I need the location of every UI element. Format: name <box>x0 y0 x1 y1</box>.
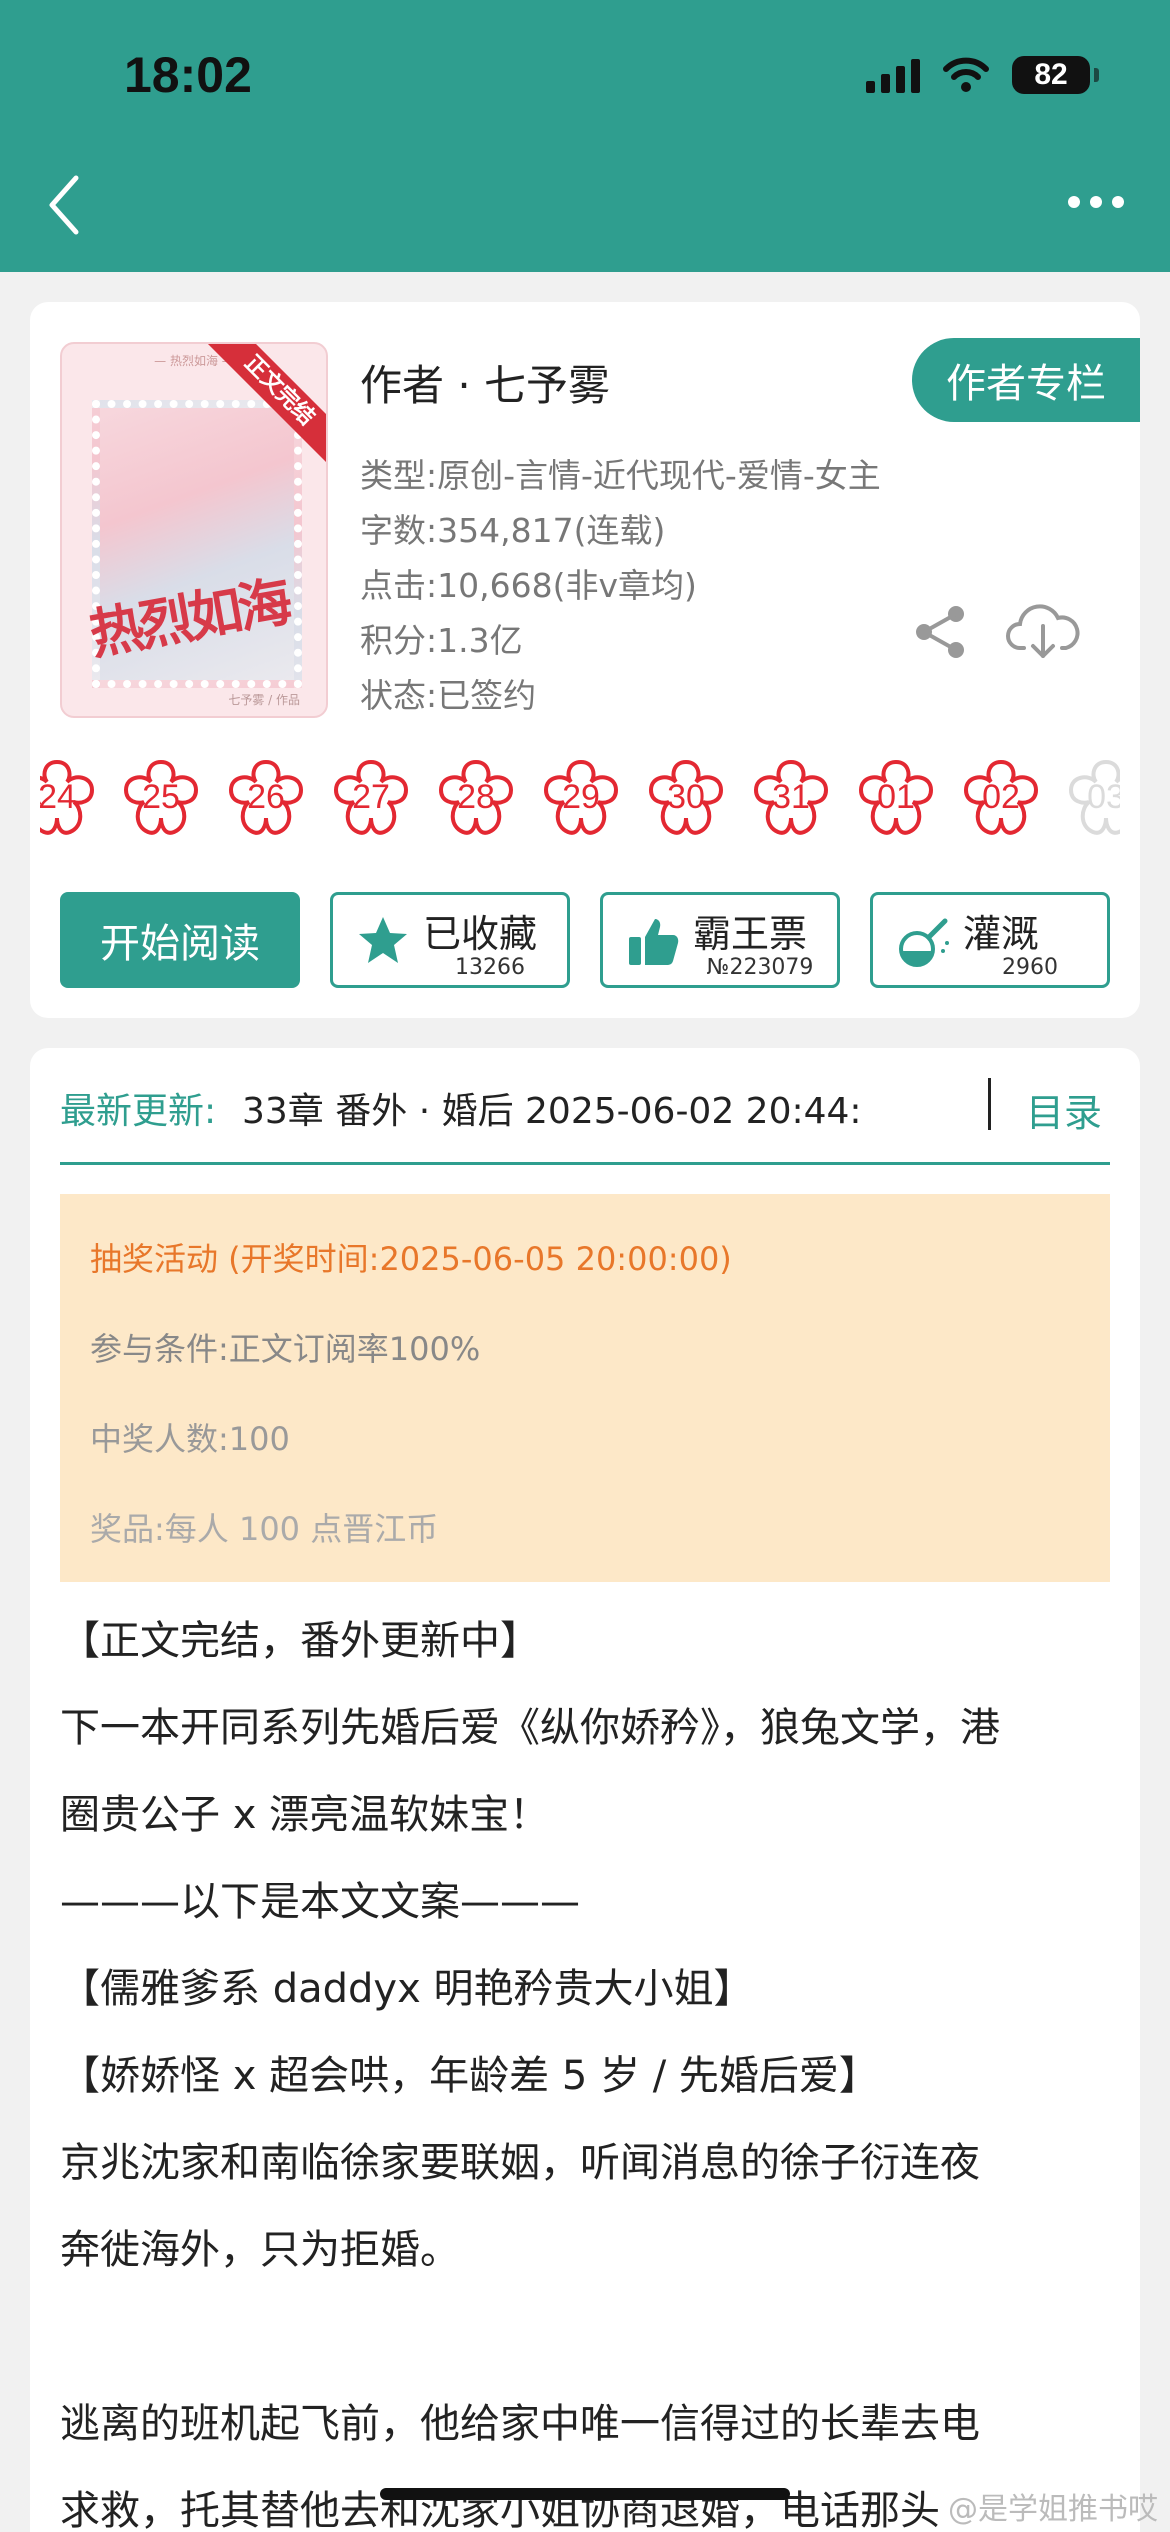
flower-badge: 01 <box>851 754 941 844</box>
flower-date: 24 <box>40 778 76 816</box>
description-line: 逃离的班机起飞前，他给家中唯一信得过的长辈去电 <box>60 2401 980 2447</box>
back-arrow-icon[interactable] <box>40 170 100 240</box>
top-bar: 18:02 82 <box>0 0 1170 272</box>
home-indicator[interactable] <box>380 2488 790 2500</box>
flower-badge: 26 <box>221 754 311 844</box>
battery-icon: 82 <box>1012 56 1099 94</box>
flower-date: 26 <box>247 778 285 816</box>
daily-update-flowers: 24 25 26 27 28 29 30 31 01 02 03 <box>40 754 1120 850</box>
flower-badge: 31 <box>746 754 836 844</box>
battery-level: 82 <box>1034 58 1068 91</box>
more-options-icon[interactable] <box>1068 196 1124 208</box>
lottery-condition: 参与条件:正文订阅率100% <box>90 1330 481 1368</box>
wifi-icon <box>943 57 989 92</box>
flower-badge: 28 <box>431 754 521 844</box>
watering-count: 2960 <box>1002 955 1058 980</box>
meta-points: 积分:1.3亿 <box>360 621 523 660</box>
description-line: 京兆沈家和南临徐家要联姻，听闻消息的徐子衍连夜 <box>60 2140 980 2186</box>
flower-date: 29 <box>562 778 600 816</box>
author-column-button[interactable]: 作者专栏 <box>912 338 1140 422</box>
meta-status: 状态:已签约 <box>360 676 537 715</box>
book-meta: 类型:原创-言情-近代现代-爱情-女主 字数:354,817(连载) 点击:10… <box>360 448 881 723</box>
flower-badge: 30 <box>641 754 731 844</box>
status-icons: 82 <box>866 56 1099 94</box>
overlord-ticket-count: №223079 <box>706 955 814 980</box>
flower-badge: 29 <box>536 754 626 844</box>
description-line: 圈贵公子 x 漂亮温软妹宝！ <box>60 1792 550 1838</box>
flower-badge: 24 <box>40 754 102 844</box>
cloud-download-icon[interactable] <box>1006 602 1080 662</box>
book-description: 【正文完结，番外更新中】 下一本开同系列先婚后爱《纵你娇矜》，狼兔文学，港 圈贵… <box>60 1598 1120 2532</box>
description-line: 奔徙海外，只为拒婚。 <box>60 2227 460 2273</box>
divider <box>988 1078 991 1130</box>
description-line: 下一本开同系列先婚后爱《纵你娇矜》，狼兔文学，港 <box>60 1705 1000 1751</box>
overlord-ticket-label: 霸王票 <box>693 912 808 956</box>
start-reading-button[interactable]: 开始阅读 <box>60 892 300 988</box>
meta-type: 类型:原创-言情-近代现代-爱情-女主 <box>360 456 881 495</box>
overlord-ticket-button[interactable]: 霸王票 №223079 <box>600 892 840 988</box>
lottery-winners: 中奖人数:100 <box>90 1420 290 1458</box>
watering-label: 灌溉 <box>963 912 1040 956</box>
latest-update-label: 最新更新: <box>60 1091 217 1132</box>
flower-date: 03 <box>1087 778 1120 816</box>
table-of-contents-link[interactable]: 目录 <box>1026 1082 1102 1137</box>
favorite-count: 13266 <box>455 955 525 980</box>
watering-button[interactable]: 灌溉 2960 <box>870 892 1110 988</box>
watermark: @是学姐推书哎 <box>948 2492 1158 2527</box>
meta-clicks: 点击:10,668(非v章均) <box>360 566 697 605</box>
flower-badge: 02 <box>956 754 1046 844</box>
share-icon[interactable] <box>910 602 970 662</box>
description-line: 【正文完结，番外更新中】 <box>60 1618 540 1664</box>
flower-badge: 25 <box>116 754 206 844</box>
author-name[interactable]: 作者 · 七予雾 <box>360 352 610 413</box>
flower-date: 28 <box>457 778 495 816</box>
book-content-card: 最新更新: 33章 番外 · 婚后 2025-06-02 20:44: 目录 抽… <box>30 1048 1140 2532</box>
book-cover[interactable]: — 热烈如海 — 正文完结 热烈如海 七予雾 / 作品 <box>60 342 328 718</box>
cover-top-text: — 热烈如海 — <box>154 354 234 368</box>
flower-date: 30 <box>667 778 705 816</box>
meta-word-count: 字数:354,817(连载) <box>360 511 666 550</box>
favorite-label: 已收藏 <box>423 912 538 956</box>
cover-bottom-text: 七予雾 / 作品 <box>228 693 300 707</box>
description-line: 【娇娇怪 x 超会哄，年龄差 5 岁 / 先婚后爱】 <box>60 2053 879 2099</box>
flower-badge: 27 <box>326 754 416 844</box>
signal-icon <box>866 57 920 93</box>
flower-date: 02 <box>982 778 1020 816</box>
flower-date: 01 <box>877 778 915 816</box>
latest-update-text[interactable]: 33章 番外 · 婚后 2025-06-02 20:44: <box>242 1082 942 1134</box>
status-time: 18:02 <box>124 47 252 103</box>
description-line: ———以下是本文文案——— <box>60 1879 580 1925</box>
lottery-prize: 奖品:每人 100 点晋江币 <box>90 1510 439 1548</box>
flower-badge: 03 <box>1061 754 1120 844</box>
favorite-button[interactable]: 已收藏 13266 <box>330 892 570 988</box>
flower-date: 25 <box>142 778 180 816</box>
divider-line <box>60 1162 1110 1165</box>
book-info-card: — 热烈如海 — 正文完结 热烈如海 七予雾 / 作品 作者 · 七予雾 作者专… <box>30 302 1140 1018</box>
flower-date: 27 <box>352 778 390 816</box>
description-line: 【儒雅爹系 daddyx 明艳矜贵大小姐】 <box>60 1966 754 2012</box>
lottery-title: 抽奖活动 (开奖时间:2025-06-05 20:00:00) <box>90 1240 732 1278</box>
lottery-panel[interactable]: 抽奖活动 (开奖时间:2025-06-05 20:00:00) 参与条件:正文订… <box>60 1194 1110 1582</box>
flower-date: 31 <box>772 778 810 816</box>
description-line <box>60 2294 1120 2381</box>
